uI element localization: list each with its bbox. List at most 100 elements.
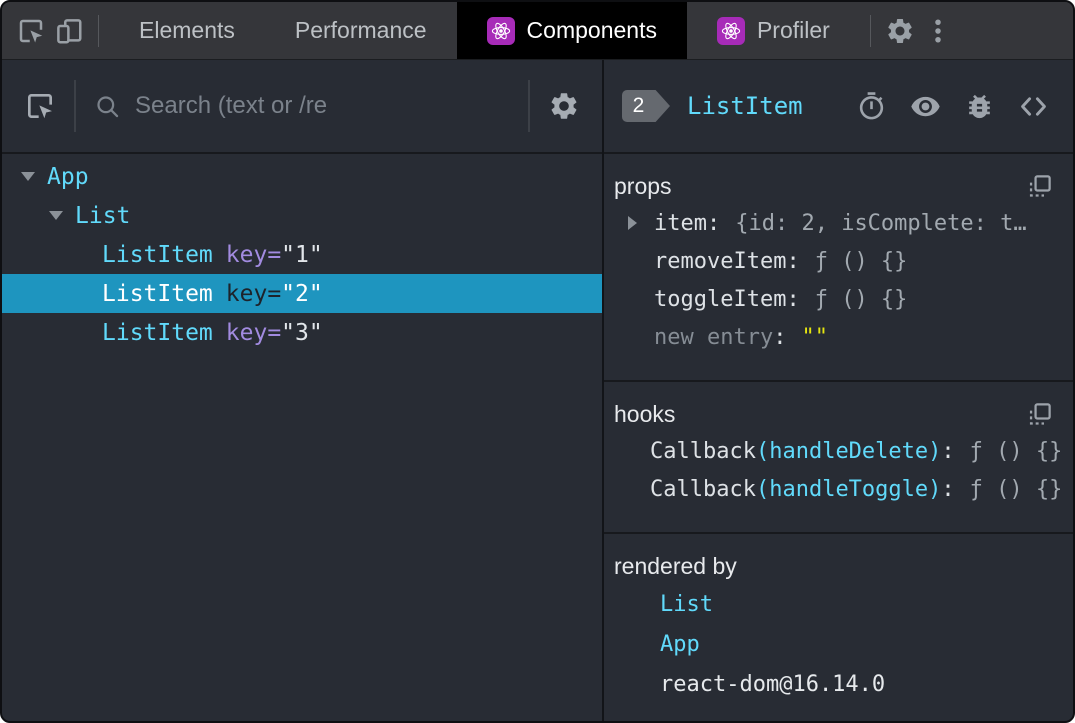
toolbar-divider <box>98 14 99 47</box>
devtools-window: Elements Performance Components Profiler… <box>0 0 1075 723</box>
key-value: "3" <box>281 319 323 346</box>
copy-icon <box>1029 402 1051 425</box>
hook-param: (handleToggle) <box>755 476 942 502</box>
key-value: "1" <box>281 241 323 268</box>
tab-profiler[interactable]: Profiler <box>687 2 860 59</box>
more-vertical-icon <box>935 19 941 42</box>
tab-label: Elements <box>139 17 235 43</box>
prop-row-removeitem[interactable]: removeItem: ƒ () {} <box>614 242 1053 280</box>
picker-icon <box>28 94 52 119</box>
rendered-by-item[interactable]: List <box>614 584 1053 624</box>
inspect-icon <box>19 19 43 42</box>
hook-name: Callback <box>650 476 756 502</box>
select-element-button[interactable] <box>24 90 56 122</box>
react-logo-icon <box>486 16 515 45</box>
hook-name: Callback <box>650 438 756 464</box>
suspend-toggle-button[interactable] <box>856 91 887 122</box>
renderer-version: react-dom@16.14.0 <box>660 671 886 697</box>
hooks-title: hooks <box>614 400 676 427</box>
inspected-component-name: ListItem <box>687 92 803 120</box>
tab-components[interactable]: Components <box>456 2 687 59</box>
gear-icon <box>888 18 912 43</box>
copy-icon <box>1029 174 1051 197</box>
more-menu-button[interactable] <box>919 2 957 59</box>
prop-name: item <box>654 210 707 236</box>
prop-name: toggleItem <box>654 286 787 312</box>
component-name: App <box>47 163 89 190</box>
key-attribute: key= <box>225 241 282 268</box>
hooks-section: hooks Callback (handleDelete): ƒ () {} Cal… <box>604 382 1073 534</box>
search-input[interactable] <box>135 92 510 120</box>
copy-hooks-button[interactable] <box>1026 401 1053 428</box>
tree-row-listitem-3[interactable]: ListItem key= "3" <box>2 313 602 352</box>
tree-toolbar <box>2 60 602 154</box>
copy-props-button[interactable] <box>1026 173 1053 200</box>
tab-label: Profiler <box>756 17 830 43</box>
bug-icon <box>969 94 990 118</box>
hook-value: ƒ () {} <box>969 438 1063 464</box>
hook-row-handletoggle[interactable]: Callback (handleToggle): ƒ () {} <box>614 470 1062 508</box>
collapse-icon[interactable] <box>21 172 35 181</box>
element-index-badge: 2 <box>622 90 670 122</box>
new-entry-label: new entry <box>654 324 774 350</box>
react-logo-icon <box>716 16 745 45</box>
hook-param: (handleDelete) <box>755 438 942 464</box>
rendered-by-section: rendered by List App react-dom@16.14.0 <box>604 534 1073 721</box>
props-title: props <box>614 172 672 199</box>
tab-label: Components <box>526 17 657 43</box>
tree-row-listitem-2-selected[interactable]: ListItem key= "2" <box>2 274 602 313</box>
search-icon <box>97 95 119 117</box>
collapse-icon[interactable] <box>49 211 63 220</box>
hook-value: ƒ () {} <box>969 476 1063 502</box>
tab-performance[interactable]: Performance <box>265 2 457 59</box>
rendered-by-item: react-dom@16.14.0 <box>614 664 1053 704</box>
gear-icon <box>551 93 577 119</box>
toolbar-divider <box>869 14 871 47</box>
owner-link-list[interactable]: List <box>660 592 713 617</box>
tab-label: Performance <box>294 17 427 43</box>
tree-row-list[interactable]: List <box>2 196 602 235</box>
hook-row-handledelete[interactable]: Callback (handleDelete): ƒ () {} <box>614 432 1062 470</box>
tab-elements[interactable]: Elements <box>109 2 265 59</box>
inspect-dom-button[interactable] <box>910 91 941 122</box>
key-attribute: key= <box>225 280 282 307</box>
prop-row-toggleitem[interactable]: toggleItem: ƒ () {} <box>614 280 1053 318</box>
new-entry-value[interactable]: "" <box>801 325 828 350</box>
device-toolbar-icon <box>57 18 82 43</box>
tree-panel: App List ListItemkey="1" ListItemkey="2"… <box>2 60 604 721</box>
prop-value: ƒ () {} <box>814 248 908 274</box>
prop-value: {id: 2, isComplete: t… <box>735 210 1027 236</box>
code-brackets-icon <box>1021 96 1046 116</box>
component-name: ListItem <box>102 319 213 346</box>
settings-button[interactable] <box>881 2 919 59</box>
tree-row-listitem-1[interactable]: ListItem key= "1" <box>2 235 602 274</box>
props-section: props item: {id: 2, isComplete: t… remove… <box>604 154 1073 382</box>
rendered-by-item[interactable]: App <box>614 624 1053 664</box>
tree-row-app[interactable]: App <box>2 157 602 196</box>
prop-row-new-entry[interactable]: new entry: "" <box>614 318 1053 356</box>
owner-link-app[interactable]: App <box>660 632 700 657</box>
devtools-toolbar: Elements Performance Components Profiler <box>2 2 1073 60</box>
stopwatch-icon <box>859 91 884 119</box>
components-panel: App List ListItemkey="1" ListItemkey="2"… <box>2 60 1073 721</box>
eye-icon <box>911 96 940 116</box>
inspected-element-panel: 2 ListItem props item: {id: 2, isComple… <box>604 60 1073 721</box>
component-name: ListItem <box>102 241 213 268</box>
prop-value: ƒ () {} <box>814 286 908 312</box>
key-attribute: key= <box>225 319 282 346</box>
toolbar-divider <box>74 80 76 132</box>
device-toolbar-button[interactable] <box>50 2 88 59</box>
rendered-by-title: rendered by <box>614 552 737 579</box>
inspect-element-button[interactable] <box>12 2 50 59</box>
component-tree: App List ListItem key= "1" ListItem key= "2"… <box>2 154 602 721</box>
key-value: "2" <box>281 280 323 307</box>
component-name: ListItem <box>102 280 213 307</box>
log-to-console-button[interactable] <box>964 91 995 122</box>
component-name: List <box>75 202 131 229</box>
search-box <box>94 92 510 120</box>
tree-settings-button[interactable] <box>548 90 580 122</box>
view-source-button[interactable] <box>1018 91 1049 122</box>
expand-icon[interactable] <box>628 216 637 230</box>
prop-row-item[interactable]: item: {id: 2, isComplete: t… <box>614 204 1053 242</box>
toolbar-divider <box>528 80 530 132</box>
